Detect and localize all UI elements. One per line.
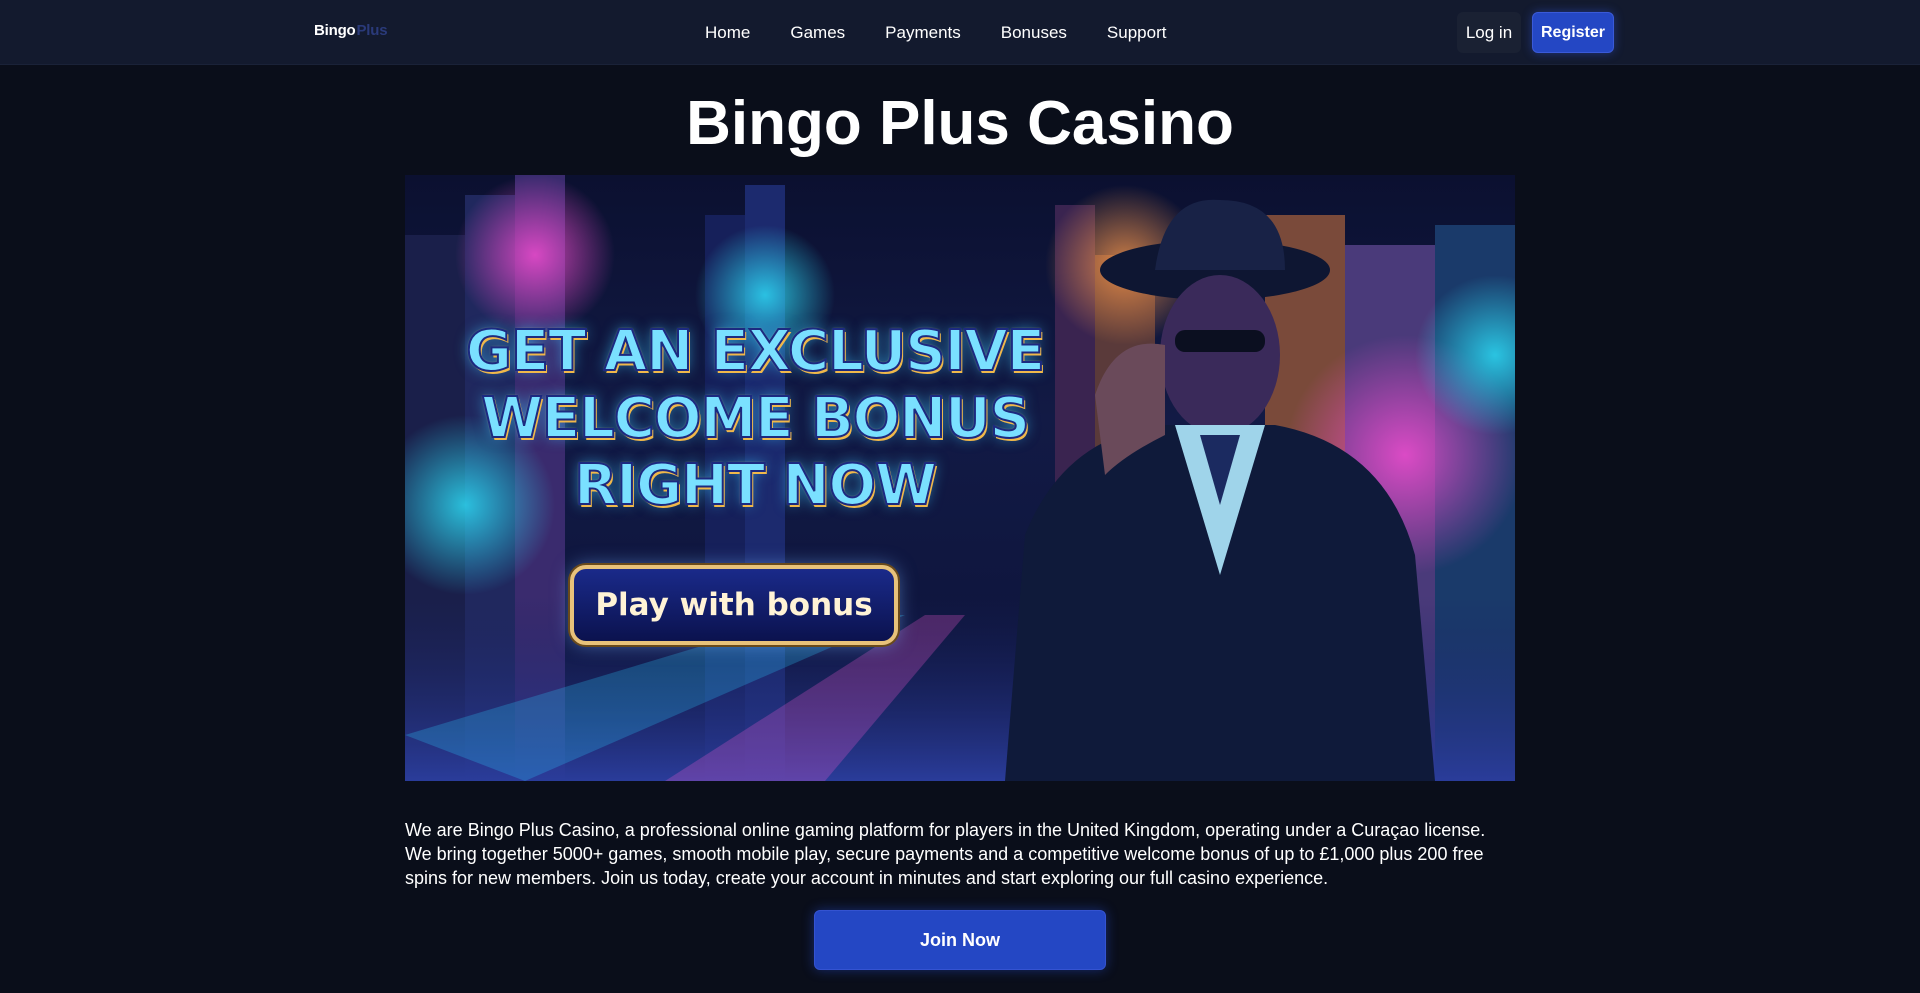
- nav-link-games[interactable]: Games: [770, 0, 865, 65]
- intro-paragraph: We are Bingo Plus Casino, a professional…: [405, 820, 1486, 888]
- nav-link-bonuses[interactable]: Bonuses: [981, 0, 1087, 65]
- nav-link-home[interactable]: Home: [685, 0, 770, 65]
- promo-banner[interactable]: GET AN EXCLUSIVE WELCOME BONUS RIGHT NOW…: [405, 175, 1515, 781]
- banner-headline-line: RIGHT NOW: [573, 452, 938, 519]
- logo-accent-text: Plus: [356, 22, 388, 39]
- register-button[interactable]: Register: [1532, 12, 1614, 53]
- top-navigation-bar: Bingo Plus Home Games Payments Bonuses Su…: [0, 0, 1920, 65]
- banner-headline-line: WELCOME BONUS: [480, 385, 1031, 452]
- banner-headline: GET AN EXCLUSIVE WELCOME BONUS RIGHT NOW: [445, 318, 1065, 519]
- banner-headline-line: GET AN EXCLUSIVE: [465, 318, 1046, 385]
- site-logo[interactable]: Bingo Plus: [314, 22, 388, 39]
- logo-text: Bingo: [314, 22, 356, 39]
- nav-link-support[interactable]: Support: [1087, 0, 1187, 65]
- main-nav: Home Games Payments Bonuses Support: [685, 0, 1186, 65]
- page-title: Bingo Plus Casino: [686, 89, 1234, 158]
- login-button[interactable]: Log in: [1457, 12, 1521, 53]
- join-now-button[interactable]: Join Now: [814, 910, 1106, 970]
- play-with-bonus-button[interactable]: Play with bonus: [570, 565, 898, 645]
- nav-link-payments[interactable]: Payments: [865, 0, 981, 65]
